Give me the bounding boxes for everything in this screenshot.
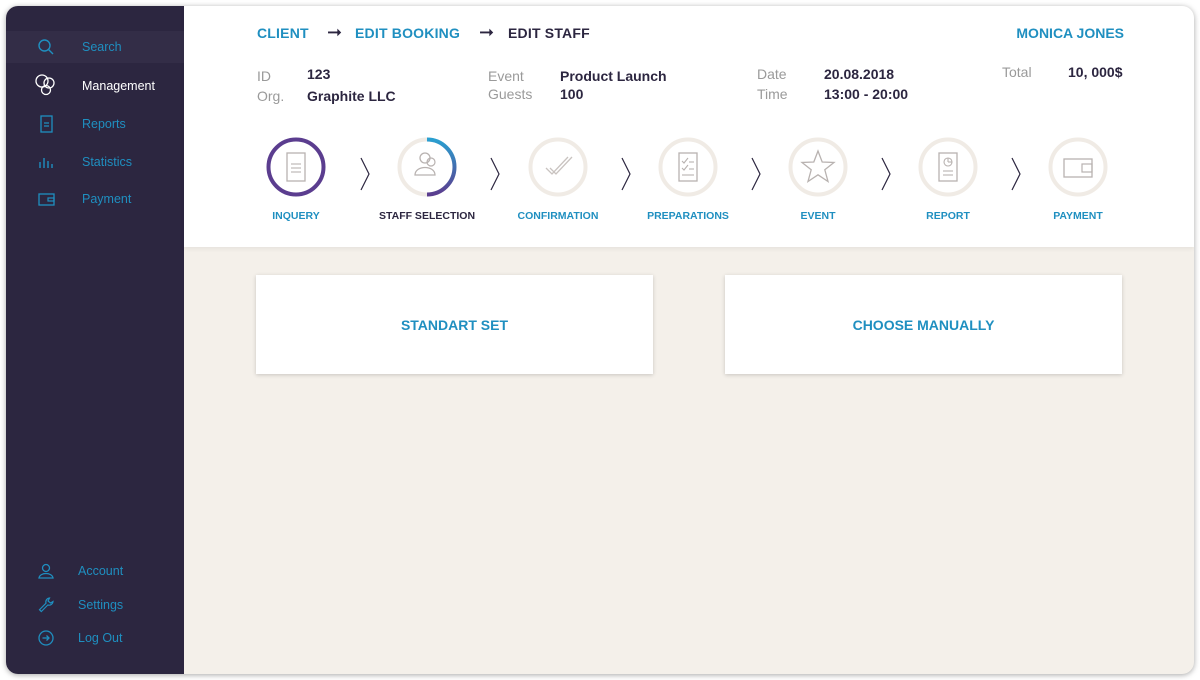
- checkmark-icon: [545, 156, 573, 175]
- sidebar: Search Management Reports Statistics Pay…: [6, 6, 184, 674]
- checklist-icon: [678, 152, 698, 182]
- date-label: Date: [757, 66, 787, 82]
- management-icon: [35, 74, 56, 96]
- org-label: Org.: [257, 88, 285, 104]
- booking-header: CLIENT ➞ EDIT BOOKING ➞ EDIT STAFF MONIC…: [184, 6, 1194, 247]
- choose-manually-label: CHOOSE MANUALLY: [852, 316, 995, 333]
- step-label-report: REPORT: [926, 210, 970, 222]
- sidebar-item-settings[interactable]: Settings: [6, 589, 184, 621]
- step-label-inquery: INQUERY: [272, 210, 320, 222]
- total-label: Total: [1002, 64, 1032, 80]
- time-value: 13:00 - 20:00: [824, 86, 909, 102]
- sidebar-item-account[interactable]: Account: [6, 555, 184, 587]
- sidebar-item-statistics[interactable]: Statistics: [6, 146, 184, 178]
- arrow-right-icon: ➞: [327, 22, 343, 42]
- event-value: Product Launch: [560, 68, 667, 84]
- choose-manually-option[interactable]: CHOOSE MANUALLY: [725, 275, 1122, 374]
- breadcrumb-edit-booking[interactable]: EDIT BOOKING: [355, 25, 460, 41]
- sidebar-item-search[interactable]: Search: [6, 31, 184, 63]
- chevron-right-icon: [1011, 157, 1021, 191]
- sidebar-item-label: Management: [82, 79, 155, 93]
- sidebar-item-label: Log Out: [78, 631, 123, 645]
- sidebar-item-logout[interactable]: Log Out: [6, 622, 184, 654]
- id-value: 123: [307, 66, 331, 82]
- step-payment[interactable]: [1048, 137, 1108, 197]
- sidebar-item-label: Statistics: [82, 155, 133, 169]
- sidebar-item-label: Payment: [82, 192, 132, 206]
- chevron-right-icon: [490, 157, 500, 191]
- sidebar-item-label: Account: [78, 564, 124, 578]
- chevron-right-icon: [751, 157, 761, 191]
- chevron-right-icon: [881, 157, 891, 191]
- guests-value: 100: [560, 86, 584, 102]
- step-label-confirmation: CONFIRMATION: [517, 210, 599, 222]
- chevron-right-icon: [621, 157, 631, 191]
- arrow-right-icon: ➞: [479, 22, 495, 42]
- step-label-event: EVENT: [800, 210, 836, 222]
- wallet-icon: [1063, 158, 1093, 178]
- sidebar-item-reports[interactable]: Reports: [6, 108, 184, 140]
- sidebar-item-label: Settings: [78, 598, 124, 612]
- standard-set-label: STANDART SET: [400, 316, 509, 333]
- date-value: 20.08.2018: [824, 66, 895, 82]
- guests-label: Guests: [488, 86, 533, 102]
- payment-icon: [36, 189, 56, 209]
- search-icon: [36, 37, 56, 57]
- time-label: Time: [757, 86, 788, 102]
- step-inquery[interactable]: [266, 137, 326, 197]
- org-value: Graphite LLC: [307, 88, 396, 104]
- step-label-payment: PAYMENT: [1053, 210, 1103, 222]
- report-icon: [938, 152, 958, 182]
- total-value: 10, 000$: [1068, 64, 1123, 80]
- breadcrumb-edit-staff: EDIT STAFF: [508, 25, 590, 41]
- step-staff-selection[interactable]: [397, 137, 457, 197]
- chevron-right-icon: [360, 157, 370, 191]
- sidebar-item-label: Reports: [82, 117, 126, 131]
- step-confirmation[interactable]: [528, 137, 588, 197]
- breadcrumb-client[interactable]: CLIENT: [257, 25, 309, 41]
- id-label: ID: [257, 68, 271, 84]
- user-name-link[interactable]: MONICA JONES: [1016, 25, 1124, 41]
- statistics-icon: [36, 152, 56, 172]
- logout-icon: [36, 628, 56, 648]
- sidebar-item-payment[interactable]: Payment: [6, 183, 184, 215]
- step-label-staff-selection: STAFF SELECTION: [378, 210, 476, 222]
- step-label-preparations: PREPARATIONS: [647, 210, 729, 222]
- step-report[interactable]: [918, 137, 978, 197]
- document-icon: [286, 152, 306, 182]
- event-label: Event: [488, 68, 524, 84]
- sidebar-item-management[interactable]: Management: [6, 70, 184, 102]
- progress-arc: [426, 137, 457, 197]
- reports-icon: [36, 114, 56, 134]
- standard-set-option[interactable]: STANDART SET: [256, 275, 653, 374]
- step-event[interactable]: [788, 137, 848, 197]
- person-icon: [414, 152, 436, 176]
- wrench-icon: [36, 595, 56, 615]
- star-icon: [800, 149, 836, 184]
- account-icon: [36, 561, 56, 581]
- step-preparations[interactable]: [658, 137, 718, 197]
- sidebar-item-label: Search: [82, 40, 122, 54]
- app-window: Search Management Reports Statistics Pay…: [6, 6, 1194, 674]
